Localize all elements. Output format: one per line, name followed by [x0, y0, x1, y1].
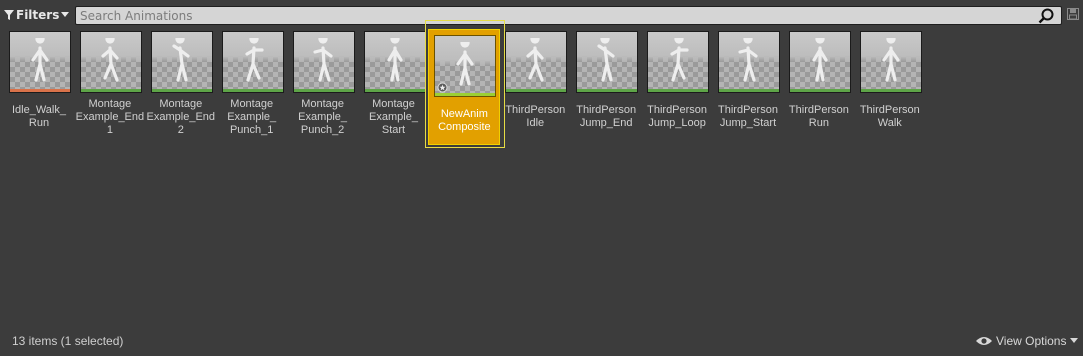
character-figure-icon: [738, 38, 758, 82]
gear-badge-icon: [437, 82, 448, 93]
character-figure-icon: [101, 38, 119, 82]
asset-label: ThirdPerson Run: [788, 104, 849, 129]
asset-type-bar: [10, 89, 70, 92]
asset-type-bar: [648, 89, 709, 92]
item-count: 13 items (1 selected): [12, 334, 124, 348]
asset-label: Montage Example_End 2: [146, 98, 216, 136]
asset-label: Montage Example_ Punch_2: [298, 98, 348, 136]
asset-tile[interactable]: ThirdPerson Walk: [855, 26, 925, 144]
character-figure-icon: [31, 38, 49, 82]
character-figure-icon: [526, 38, 544, 82]
asset-thumbnail: [718, 31, 780, 93]
search-box[interactable]: [75, 6, 1062, 25]
character-figure-icon: [456, 42, 474, 86]
character-figure-icon: [386, 38, 403, 82]
chevron-down-icon: [61, 12, 70, 17]
asset-label: Idle_Walk_ Run: [11, 104, 66, 129]
asset-tile[interactable]: NewAnim Composite: [425, 20, 506, 148]
status-bar: 13 items (1 selected) View Options: [0, 326, 1083, 356]
asset-type-bar: [789, 89, 850, 92]
asset-thumbnail: [150, 31, 213, 93]
asset-thumbnail: [576, 31, 639, 93]
asset-tile[interactable]: Montage Example_End 1: [75, 26, 145, 144]
asset-thumbnail: [505, 31, 568, 93]
character-figure-icon: [245, 38, 264, 82]
character-figure-icon: [172, 38, 190, 82]
character-figure-icon: [312, 38, 333, 82]
asset-type-bar: [506, 89, 567, 92]
asset-thumbnail: [434, 35, 497, 97]
asset-thumbnail: [788, 31, 851, 93]
asset-label: Montage Example_ Start: [369, 98, 418, 136]
asset-tile[interactable]: Montage Example_ Start: [359, 26, 429, 144]
asset-type-bar: [364, 89, 425, 92]
view-options-button[interactable]: View Options: [976, 333, 1079, 349]
chevron-down-icon: [1070, 338, 1079, 343]
asset-type-bar: [435, 93, 496, 96]
asset-thumbnail: [363, 31, 426, 93]
asset-type-bar: [719, 89, 779, 92]
asset-type-bar: [222, 89, 283, 92]
asset-type-bar: [293, 89, 354, 92]
search-icon[interactable]: [1038, 8, 1054, 24]
asset-tile[interactable]: Idle_Walk_ Run: [4, 26, 74, 144]
asset-thumbnail: [292, 31, 355, 93]
asset-label: NewAnim Composite: [438, 108, 491, 133]
filters-label: Filters: [16, 8, 60, 22]
asset-tile[interactable]: Montage Example_ Punch_2: [288, 26, 358, 144]
asset-tile[interactable]: ThirdPerson Idle: [500, 26, 570, 144]
asset-tile[interactable]: ThirdPerson Jump_Start: [713, 26, 783, 144]
asset-type-bar: [860, 89, 921, 92]
asset-tile[interactable]: Montage Example_ Punch_1: [217, 26, 287, 144]
asset-label: ThirdPerson Jump_End: [576, 104, 637, 129]
asset-label: ThirdPerson Jump_Loop: [647, 104, 708, 129]
character-figure-icon: [882, 38, 900, 82]
asset-grid: Idle_Walk_ Run Montage Example_End 1 Montage E…: [0, 20, 1083, 326]
asset-label: ThirdPerson Idle: [505, 104, 566, 129]
filter-icon: [4, 10, 14, 20]
search-input[interactable]: [80, 7, 1030, 24]
asset-thumbnail: [9, 31, 71, 93]
asset-label: ThirdPerson Walk: [859, 104, 920, 129]
character-figure-icon: [670, 38, 689, 82]
asset-type-bar: [80, 89, 141, 92]
asset-thumbnail: [221, 31, 284, 93]
asset-tile[interactable]: ThirdPerson Jump_End: [571, 26, 641, 144]
asset-thumbnail: [79, 31, 142, 93]
character-figure-icon: [812, 38, 828, 82]
asset-tile[interactable]: Montage Example_End 2: [146, 26, 216, 144]
asset-label: Montage Example_ Punch_1: [227, 98, 277, 136]
asset-thumbnail: [859, 31, 922, 93]
character-figure-icon: [597, 38, 615, 82]
asset-tile[interactable]: ThirdPerson Run: [784, 26, 854, 144]
filters-button[interactable]: Filters: [4, 5, 70, 25]
asset-type-bar: [151, 89, 212, 92]
save-search-icon[interactable]: [1067, 8, 1079, 20]
asset-label: ThirdPerson Jump_Start: [718, 104, 778, 129]
eye-icon: [976, 337, 992, 345]
asset-type-bar: [577, 89, 638, 92]
asset-thumbnail: [647, 31, 710, 93]
asset-tile[interactable]: ThirdPerson Jump_Loop: [642, 26, 712, 144]
asset-label: Montage Example_End 1: [75, 98, 145, 136]
view-options-label: View Options: [996, 334, 1067, 348]
